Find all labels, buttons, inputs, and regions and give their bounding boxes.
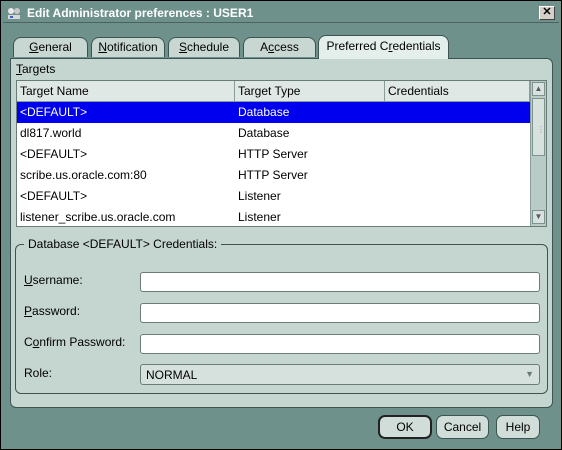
table-row[interactable]: <DEFAULT> Listener [17,186,530,207]
app-icon [6,5,22,21]
column-header-target-type[interactable]: Target Type [235,81,385,102]
cell-target-name: dl817.world [20,126,82,140]
username-label-rest: sername: [32,273,83,287]
cell-target-name: listener_scribe.us.oracle.com [20,210,176,224]
tab-general[interactable]: General [13,37,88,57]
title-bar[interactable]: Edit Administrator preferences : USER1 ✕ [3,3,559,23]
cell-credentials [385,102,530,123]
tab-label-rest: eneral [38,40,72,54]
cell-credentials [385,186,530,207]
table-row[interactable]: scribe.us.oracle.com:80 HTTP Server [17,165,530,186]
cell-target-name: <DEFAULT> [20,147,88,161]
scroll-down-arrow-icon: ▼ [534,212,543,221]
tab-notification[interactable]: Notification [91,37,165,57]
password-field[interactable] [140,303,540,323]
tab-schedule[interactable]: Schedule [168,37,240,57]
tab-label-rest: cess [274,40,299,54]
cell-target-name: <DEFAULT> [20,105,88,119]
cell-target-name: scribe.us.oracle.com:80 [20,168,147,182]
close-button[interactable]: ✕ [539,6,555,20]
confirm-label-rest: nfirm Password: [39,335,126,349]
column-header-target-name[interactable]: Target Name [17,81,235,102]
confirm-password-field[interactable] [140,334,540,354]
tab-label-pre: A [260,40,269,54]
scroll-down-button[interactable]: ▼ [532,210,545,224]
cell-credentials [385,207,530,226]
scrollbar-thumb[interactable]: ⋮ [532,98,545,156]
table-header: Target Name Target Type Credentials [17,81,530,102]
confirm-password-label: Confirm Password: [24,335,125,349]
cell-credentials [385,144,530,165]
grip-icon: ⋮ [537,125,545,134]
tab-label-rest: otification [106,40,158,54]
tab-label-key: N [98,40,107,54]
tab-label-key: S [178,40,187,54]
tab-label-rest: edentials [392,39,441,53]
role-select[interactable]: NORMAL ▼ [140,364,540,385]
tab-label-pre: Preferred C [326,39,389,53]
cell-target-type: HTTP Server [238,147,308,161]
credentials-group-title: Database <DEFAULT> Credentials: [24,237,222,251]
dialog-window: Edit Administrator preferences : USER1 ✕… [0,0,562,450]
cell-target-name: <DEFAULT> [20,189,88,203]
password-label: Password: [24,304,80,318]
chevron-down-icon: ▼ [525,369,534,379]
password-label-key: P [24,304,33,318]
cell-credentials [385,165,530,186]
role-selected-value: NORMAL [146,368,198,382]
tab-panel: Targets Target Name Target Type Credenti… [10,58,553,408]
confirm-label-pre: C [24,335,33,349]
cell-credentials [385,123,530,144]
tab-label-rest: chedule [186,40,230,54]
cell-target-type: Database [238,105,290,119]
cell-target-type: Listener [238,189,281,203]
ok-button[interactable]: OK [378,415,432,439]
credentials-group: Database <DEFAULT> Credentials: Username… [15,237,548,394]
cell-target-type: HTTP Server [238,168,308,182]
username-field[interactable] [140,272,540,292]
close-icon: ✕ [542,6,552,18]
targets-label-rest: argets [22,62,56,76]
table-row[interactable]: dl817.world Database [17,123,530,144]
scroll-up-arrow-icon: ▲ [534,84,543,93]
cancel-button[interactable]: Cancel [436,415,489,439]
cell-target-type: Listener [238,210,281,224]
table-row[interactable]: <DEFAULT> Database [17,102,530,123]
targets-label: Targets [16,62,55,76]
window-title: Edit Administrator preferences : USER1 [27,6,254,20]
username-label-key: U [24,273,33,287]
tab-access[interactable]: Access [243,37,316,57]
help-button[interactable]: Help [496,415,540,439]
column-header-credentials[interactable]: Credentials [385,81,530,102]
cell-target-type: Database [238,126,290,140]
scroll-up-button[interactable]: ▲ [532,82,545,96]
role-label: Role: [24,366,53,380]
vertical-scrollbar[interactable]: ▲ ⋮ ▼ [530,81,546,226]
tab-preferred-credentials[interactable]: Preferred Credentials [318,35,449,59]
table-row[interactable]: listener_scribe.us.oracle.com Listener [17,207,530,226]
table-row[interactable]: <DEFAULT> HTTP Server [17,144,530,165]
password-label-rest: assword: [32,304,81,318]
username-label: Username: [24,273,83,287]
targets-table[interactable]: Target Name Target Type Credentials <DEF… [16,80,547,227]
